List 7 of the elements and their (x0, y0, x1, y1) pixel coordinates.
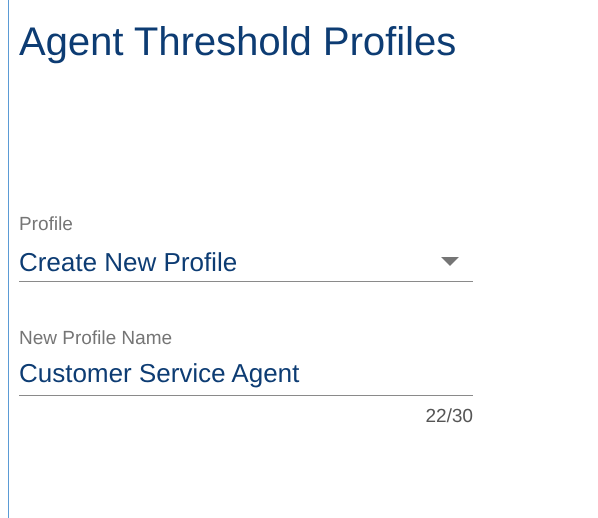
profile-name-field[interactable]: Customer Service Agent (19, 352, 473, 396)
field-label: Profile (19, 214, 73, 236)
profile-dropdown[interactable]: Create New Profile (19, 242, 473, 282)
field-label: New Profile Name (19, 328, 172, 350)
caret-icon (441, 257, 459, 266)
page-title: Agent Threshold Profiles (19, 19, 456, 66)
character-counter: 22/30 (425, 406, 473, 428)
